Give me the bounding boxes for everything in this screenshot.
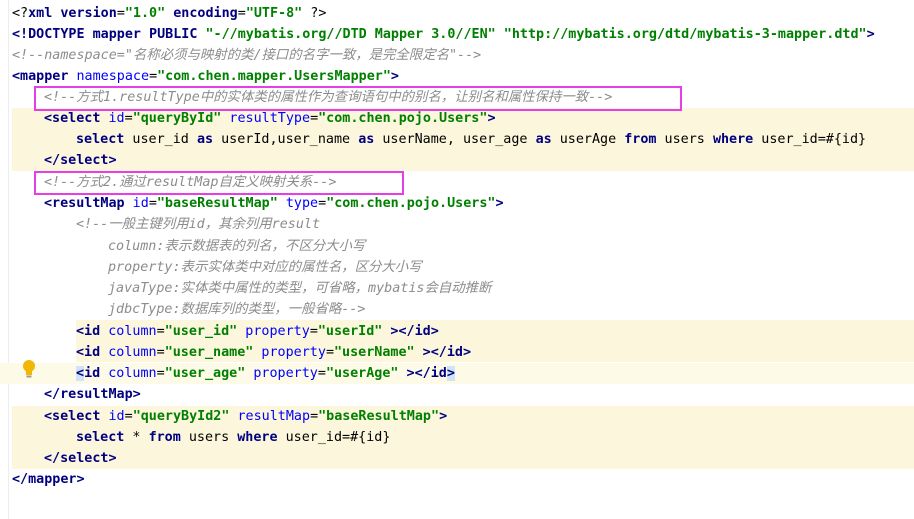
code-line-17[interactable]: <id column="user_name" property="userNam… bbox=[76, 342, 471, 363]
code-line-3-comment[interactable]: <!--namespace="名称必须与映射的类/接口的名字一致，是完全限定名"… bbox=[12, 45, 481, 66]
code-line-10[interactable]: <resultMap id="baseResultMap" type="com.… bbox=[44, 193, 504, 214]
code-line-19[interactable]: </resultMap> bbox=[44, 384, 141, 405]
code-line-12-comment[interactable]: column:表示数据表的列名，不区分大小写 bbox=[108, 236, 365, 257]
code-line-23[interactable]: </mapper> bbox=[12, 469, 85, 490]
code-line-1[interactable]: <?xml version="1.0" encoding="UTF-8" ?> bbox=[12, 3, 326, 24]
annotation-box-method2 bbox=[34, 171, 404, 195]
code-editor[interactable]: <?xml version="1.0" encoding="UTF-8" ?> … bbox=[0, 0, 914, 519]
code-line-22[interactable]: </select> bbox=[44, 448, 117, 469]
code-line-4[interactable]: <mapper namespace="com.chen.mapper.Users… bbox=[12, 66, 399, 87]
code-line-20[interactable]: <select id="queryById2" resultMap="baseR… bbox=[44, 406, 447, 427]
code-line-2[interactable]: <!DOCTYPE mapper PUBLIC "-//mybatis.org/… bbox=[12, 24, 875, 45]
code-line-11-comment[interactable]: <!--一般主键列用id，其余列用result bbox=[76, 214, 320, 235]
code-line-15-comment[interactable]: jdbcType:数据库列的类型，一般省略--> bbox=[108, 299, 365, 320]
code-line-6[interactable]: <select id="queryById" resultType="com.c… bbox=[44, 108, 496, 129]
code-line-14-comment[interactable]: javaType:实体类中属性的类型，可省略，mybatis会自动推断 bbox=[108, 278, 491, 299]
code-line-8[interactable]: </select> bbox=[44, 150, 117, 171]
code-line-16[interactable]: <id column="user_id" property="userId" >… bbox=[76, 321, 439, 342]
lightbulb-icon[interactable] bbox=[21, 359, 37, 379]
annotation-box-method1 bbox=[34, 86, 682, 111]
code-line-18[interactable]: <id column="user_age" property="userAge"… bbox=[76, 363, 455, 384]
code-line-7-sql[interactable]: select user_id as userId,user_name as us… bbox=[76, 129, 866, 150]
code-line-21-sql[interactable]: select * from users where user_id=#{id} bbox=[76, 427, 390, 448]
gutter-divider bbox=[8, 0, 9, 519]
code-line-13-comment[interactable]: property:表示实体类中对应的属性名，区分大小写 bbox=[108, 257, 422, 278]
